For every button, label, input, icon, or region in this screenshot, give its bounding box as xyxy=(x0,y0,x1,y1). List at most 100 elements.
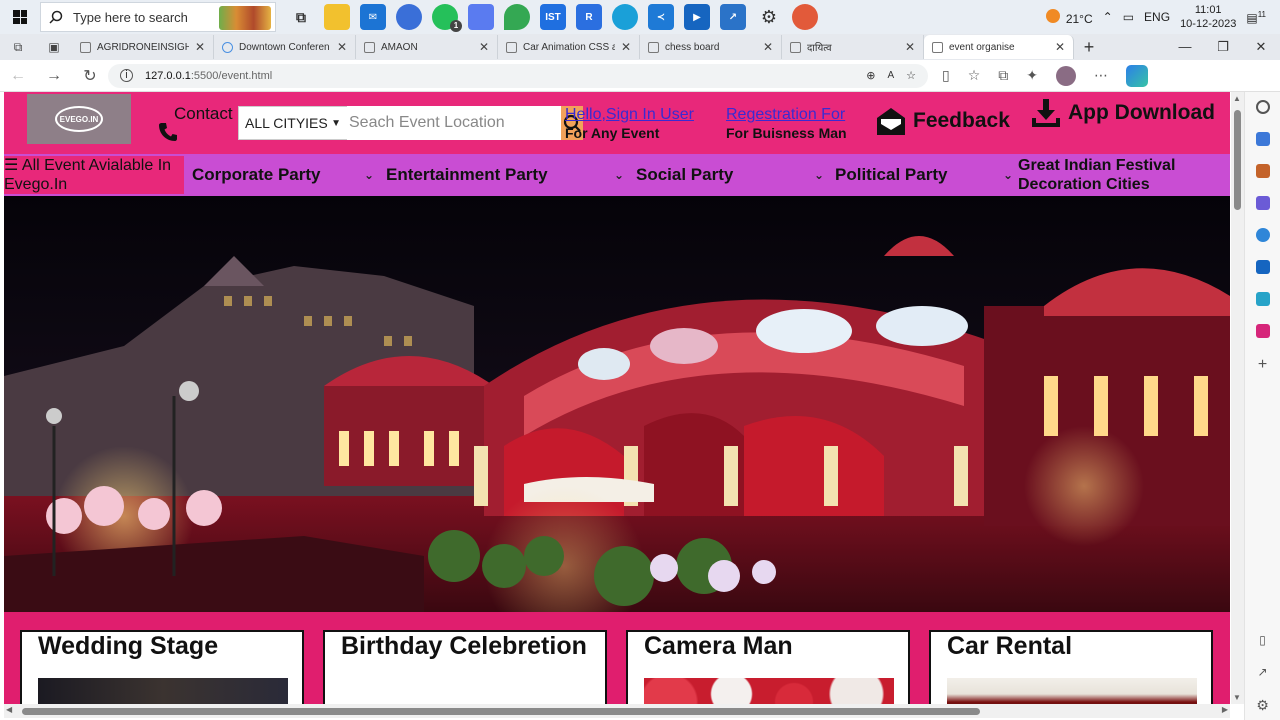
event-location-search-input[interactable]: Seach Event Location xyxy=(347,106,562,140)
settings-icon[interactable]: ⚙ xyxy=(756,4,782,30)
site-logo[interactable]: EVEGO.IN xyxy=(27,94,131,144)
nav-social-party[interactable]: Social Party ⌄ xyxy=(628,156,828,194)
close-window-icon[interactable]: ✕ xyxy=(1242,34,1280,60)
scroll-down-icon[interactable]: ▼ xyxy=(1233,693,1241,702)
sidebar-toggle-icon[interactable]: ▯ xyxy=(1259,633,1266,647)
tab-amaon[interactable]: AMAON ✕ xyxy=(356,35,498,59)
clock[interactable]: 11:01 10-12-2023 xyxy=(1180,3,1236,31)
tab-event-organise[interactable]: event organise ✕ xyxy=(924,35,1074,59)
tab-actions-icon[interactable]: ▣ xyxy=(36,34,72,60)
card-wedding-stage[interactable]: Wedding Stage xyxy=(20,630,304,704)
url-field[interactable]: i 127.0.0.1:5500/event.html ⊕ A ☆ xyxy=(108,63,928,88)
tag-icon[interactable] xyxy=(1255,132,1270,146)
language-indicator[interactable]: ENG xyxy=(1144,10,1170,24)
sidebar-settings-icon[interactable]: ⚙ xyxy=(1256,697,1269,714)
maximize-icon[interactable]: ❐ xyxy=(1204,34,1242,60)
maps-icon[interactable] xyxy=(504,4,530,30)
weather-widget[interactable]: 21°C xyxy=(1045,8,1093,26)
collections-icon[interactable]: ⧉ xyxy=(998,67,1008,84)
office-icon[interactable] xyxy=(1255,228,1270,242)
add-icon[interactable]: + xyxy=(1258,356,1267,374)
outlook-icon[interactable] xyxy=(1255,260,1270,274)
scroll-up-icon[interactable]: ▲ xyxy=(1233,94,1241,103)
page-icon xyxy=(80,41,91,53)
tab-car-animation[interactable]: Car Animation CSS ar ✕ xyxy=(498,35,640,59)
horizontal-scroll-thumb[interactable] xyxy=(22,708,980,715)
ist-app-icon[interactable]: IST xyxy=(540,4,566,30)
favorites-icon[interactable]: ☆ xyxy=(968,67,981,84)
shopping-icon[interactable] xyxy=(1255,164,1270,178)
profile-avatar[interactable] xyxy=(1056,65,1077,86)
app-download-link[interactable]: App Download xyxy=(1030,98,1215,128)
send-icon[interactable] xyxy=(1255,292,1270,306)
registration-link[interactable]: Regestration For For Buisness Man xyxy=(726,106,847,142)
mail-icon[interactable]: ✉ xyxy=(360,4,386,30)
task-view-icon[interactable]: ⧉ xyxy=(288,4,314,30)
scroll-right-icon[interactable]: ▶ xyxy=(1222,705,1228,714)
close-tab-icon[interactable]: ✕ xyxy=(1055,40,1065,54)
read-aloud-icon[interactable]: A xyxy=(887,70,894,81)
instagram-icon[interactable] xyxy=(1255,324,1270,338)
whatsapp-icon[interactable]: 1 xyxy=(432,4,462,32)
notification-icon[interactable]: ▤11 xyxy=(1246,10,1266,25)
info-icon[interactable]: i xyxy=(120,69,133,82)
people-icon[interactable] xyxy=(1255,196,1270,210)
nav-corporate-party[interactable]: Corporate Party ⌄ xyxy=(184,156,378,194)
close-tab-icon[interactable]: ✕ xyxy=(337,40,347,54)
tab-downtown-conference[interactable]: Downtown Conferen ✕ xyxy=(214,35,356,59)
zoom-icon[interactable]: ⊕ xyxy=(866,69,875,82)
close-tab-icon[interactable]: ✕ xyxy=(621,40,631,54)
vscode-icon[interactable]: ≺ xyxy=(648,4,674,30)
refresh-icon[interactable]: ↻ xyxy=(72,66,108,86)
back-icon[interactable]: ← xyxy=(0,67,36,85)
all-events-menu[interactable]: ☰ All Event Avialable In Evego.In xyxy=(4,156,184,194)
search-icon[interactable] xyxy=(1255,100,1270,114)
tab-dayitva[interactable]: दायित्व ✕ xyxy=(782,35,924,59)
vertical-scrollbar[interactable]: ▲ ▼ xyxy=(1231,92,1244,704)
card-birthday-celebration[interactable]: Birthday Celebretion xyxy=(323,630,607,704)
file-explorer-icon[interactable] xyxy=(324,4,350,30)
signin-link[interactable]: Hello,Sign In User For Any Event xyxy=(565,106,694,142)
city-select[interactable]: ALL CITYIES ▼ xyxy=(238,106,348,140)
extensions-icon[interactable]: ✦ xyxy=(1026,67,1038,84)
page-icon xyxy=(932,41,943,53)
scroll-left-icon[interactable]: ◀ xyxy=(6,705,12,714)
app-arrow-icon[interactable]: ↗ xyxy=(720,4,746,30)
browser-tab-bar: ⧉ ▣ AGRIDRONEINSIGHT ✕ Downtown Conferen ✕… xyxy=(0,34,1280,60)
festival-cities-link[interactable]: Great Indian Festival Decoration Cities xyxy=(1018,156,1230,194)
vertical-scroll-thumb[interactable] xyxy=(1234,110,1241,210)
favorite-star-icon[interactable]: ☆ xyxy=(906,69,916,82)
app-blue-icon[interactable] xyxy=(468,4,494,30)
close-tab-icon[interactable]: ✕ xyxy=(763,40,773,54)
new-tab-button[interactable]: + xyxy=(1074,37,1104,58)
card-car-rental[interactable]: Car Rental xyxy=(929,630,1213,704)
tab-chess-board[interactable]: chess board ✕ xyxy=(640,35,782,59)
brave-icon[interactable] xyxy=(396,4,422,30)
tab-agridroneinsight[interactable]: AGRIDRONEINSIGHT ✕ xyxy=(72,35,214,59)
close-tab-icon[interactable]: ✕ xyxy=(479,40,489,54)
url-host: 127.0.0.1 xyxy=(145,69,191,82)
more-menu-icon[interactable]: ⋯ xyxy=(1094,67,1108,84)
nav-entertainment-party[interactable]: Entertainment Party ⌄ xyxy=(378,156,628,194)
external-link-icon[interactable]: ↗ xyxy=(1257,665,1267,679)
chevron-up-icon[interactable]: ⌃ xyxy=(1103,10,1113,24)
windows-start-button[interactable] xyxy=(0,0,40,34)
edge-icon[interactable] xyxy=(612,4,638,30)
minimize-icon[interactable]: — xyxy=(1166,34,1204,60)
split-screen-icon[interactable]: ▯ xyxy=(942,67,950,84)
close-tab-icon[interactable]: ✕ xyxy=(195,40,205,54)
workspaces-icon[interactable]: ⧉ xyxy=(0,34,36,60)
network-icon[interactable]: ▭ xyxy=(1123,10,1134,24)
card-camera-man[interactable]: Camera Man xyxy=(626,630,910,704)
app-red-icon[interactable] xyxy=(792,4,818,30)
feedback-link[interactable]: Feedback xyxy=(875,106,1010,136)
forward-icon[interactable]: → xyxy=(36,67,72,85)
nav-political-party[interactable]: Political Party ⌄ xyxy=(827,156,1017,194)
contact-link[interactable]: Contact xyxy=(156,104,233,124)
taskbar-search-box[interactable]: Type here to search xyxy=(40,2,276,32)
close-tab-icon[interactable]: ✕ xyxy=(905,40,915,54)
copilot-icon[interactable] xyxy=(1126,64,1149,87)
horizontal-scrollbar[interactable]: ◀ ▶ xyxy=(4,704,1230,718)
media-player-icon[interactable]: ▶ xyxy=(684,4,710,30)
app-r-icon[interactable]: R xyxy=(576,4,602,30)
